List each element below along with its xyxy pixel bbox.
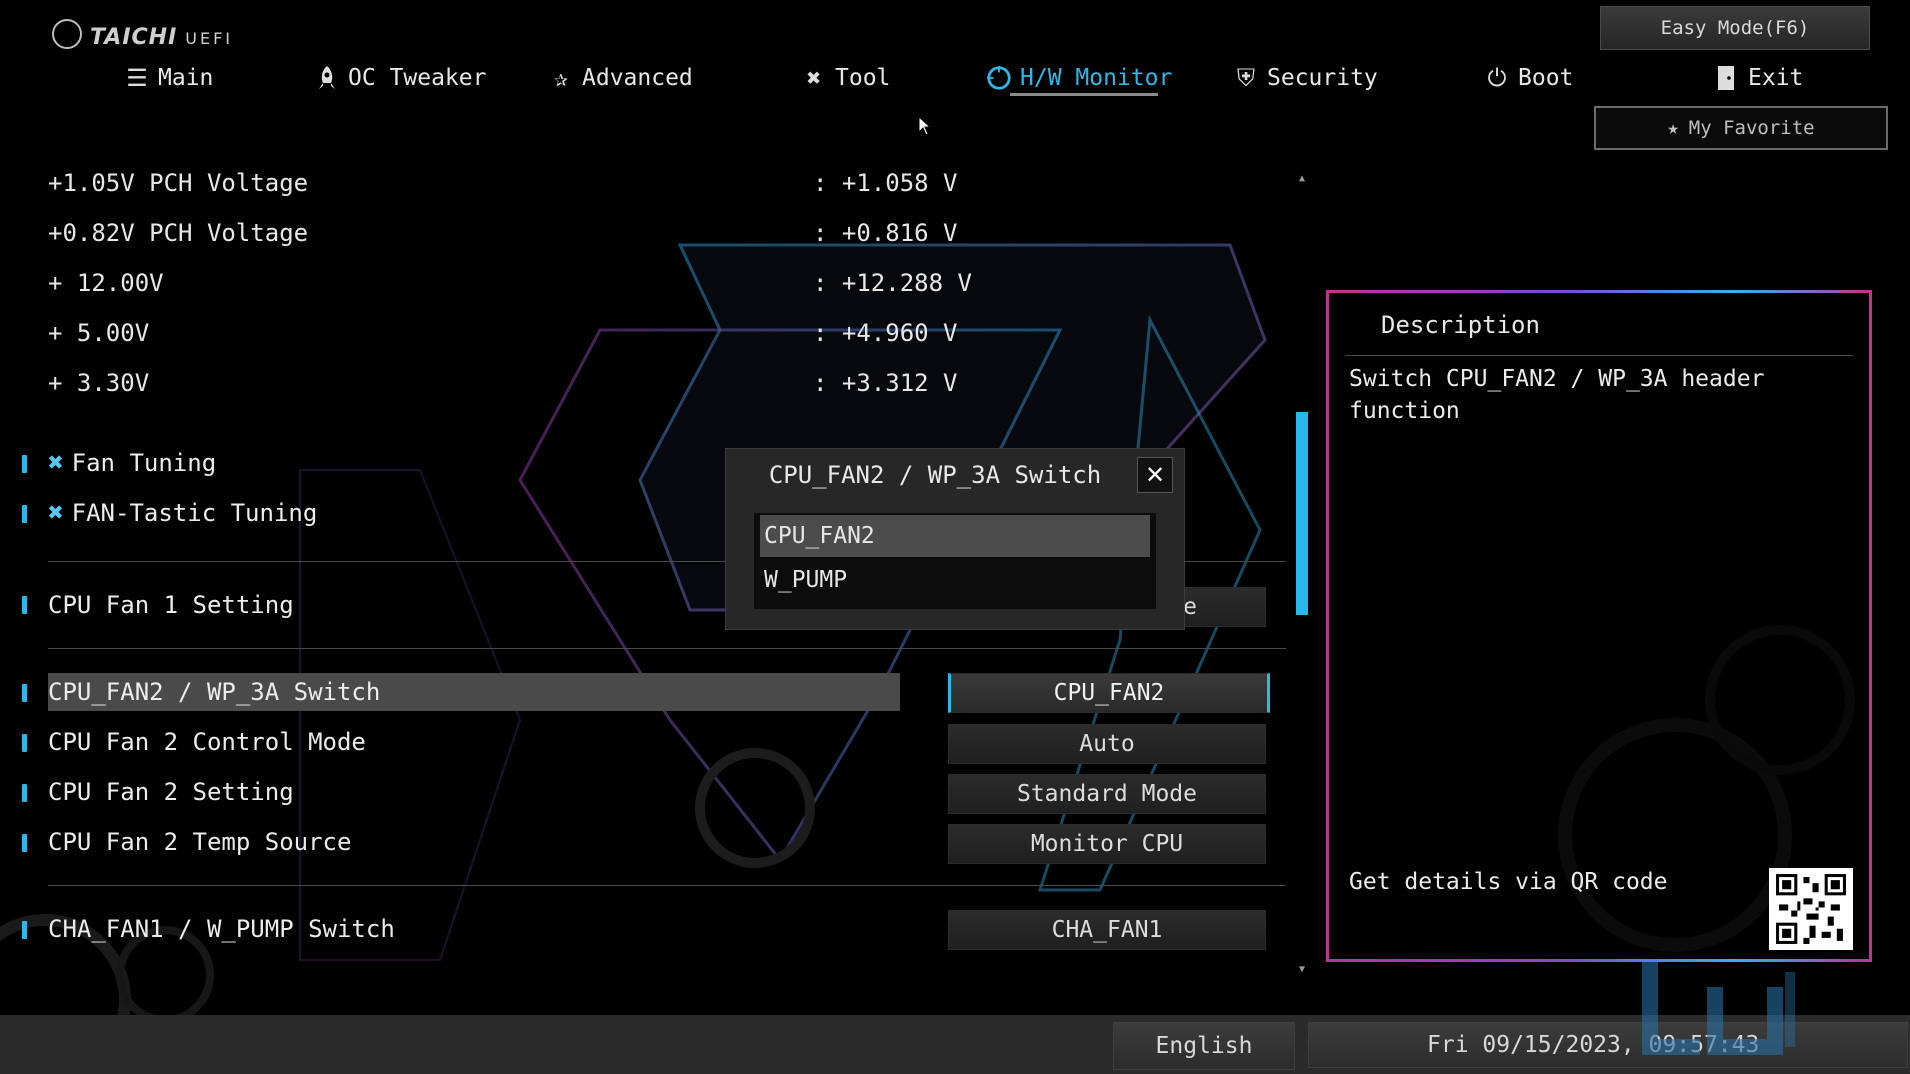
voltage-value: : +0.816 V (813, 219, 958, 247)
item-marker (22, 734, 27, 752)
fan-tuning-item[interactable]: ✖ Fan Tuning (48, 443, 216, 483)
tab-advanced[interactable]: ✰ Advanced (548, 58, 693, 98)
tab-oc-tweaker[interactable]: OC Tweaker (314, 58, 486, 98)
shield-icon: ⛨ (1237, 64, 1255, 92)
cpu-fan2-setting-value[interactable]: Standard Mode (948, 774, 1266, 814)
cha-fan1-switch-value[interactable]: CHA_FAN1 (948, 910, 1266, 950)
exit-door-icon (1714, 65, 1740, 91)
tab-exit[interactable]: Exit (1714, 58, 1803, 98)
tab-exit-label: Exit (1748, 65, 1804, 91)
tab-main[interactable]: ☰ Main (124, 58, 213, 98)
cpu-fan2-control-label: CPU Fan 2 Control Mode (48, 728, 366, 756)
cpu-fan2-switch-value[interactable]: CPU_FAN2 (948, 673, 1270, 713)
star-icon: ✰ (553, 64, 569, 92)
option-cpu-fan2[interactable]: CPU_FAN2 (760, 515, 1150, 557)
description-title: Description (1381, 311, 1540, 339)
description-text: Switch CPU_FAN2 / WP_3A header function (1349, 366, 1765, 424)
close-icon[interactable]: ✕ (1137, 457, 1173, 493)
item-marker (22, 784, 27, 802)
star-icon: ★ (1667, 117, 1679, 139)
voltage-value: : +4.960 V (813, 319, 958, 347)
cpu-fan1-setting-item[interactable]: CPU Fan 1 Setting (48, 585, 294, 625)
qr-code (1769, 868, 1853, 950)
brand-name: TAICHI (90, 25, 178, 50)
dialog-title: CPU_FAN2 / WP_3A Switch (768, 461, 1102, 489)
voltage-label: +1.05V PCH Voltage (48, 169, 309, 197)
voltage-row: +0.82V PCH Voltage : +0.816 V (48, 213, 958, 253)
my-favorite-label: My Favorite (1688, 117, 1815, 139)
divider (48, 885, 1286, 886)
cha-fan1-switch-item[interactable]: CHA_FAN1 / W_PUMP Switch (48, 909, 395, 949)
tab-advanced-label: Advanced (582, 65, 693, 91)
voltage-row: +1.05V PCH Voltage : +1.058 V (48, 163, 958, 203)
monitor-gauge-icon (986, 65, 1012, 91)
list-icon: ☰ (126, 64, 148, 92)
voltage-label: + 3.30V (48, 369, 150, 397)
active-tab-underline (1010, 93, 1158, 96)
switch-select-dialog: CPU_FAN2 / WP_3A Switch ✕ CPU_FAN2 W_PUM… (725, 448, 1185, 630)
watermark-logo (1642, 962, 1795, 1055)
scroll-up-arrow-icon[interactable]: ▲ (1295, 171, 1309, 185)
cpu-fan2-switch-label: CPU_FAN2 / WP_3A Switch (48, 678, 381, 706)
item-marker (22, 455, 27, 473)
voltage-row: + 3.30V : +3.312 V (48, 363, 958, 403)
tab-oc-tweaker-label: OC Tweaker (348, 65, 487, 91)
taichi-logo: TAICHI UEFI (52, 14, 233, 50)
language-button[interactable]: English (1113, 1022, 1295, 1070)
voltage-value: : +3.312 V (813, 369, 958, 397)
tab-hw-monitor-label: H/W Monitor (1020, 65, 1173, 91)
fantastic-tuning-label: FAN-Tastic Tuning (71, 499, 318, 527)
qr-code-caption: Get details via QR code (1349, 869, 1668, 895)
my-favorite-button[interactable]: ★ My Favorite (1594, 106, 1888, 150)
voltage-label: + 5.00V (48, 319, 150, 347)
power-icon: ⏻ (1487, 64, 1507, 92)
item-marker (22, 596, 27, 614)
tab-main-label: Main (158, 65, 214, 91)
option-w-pump[interactable]: W_PUMP (760, 559, 1150, 601)
cpu-fan2-setting-label: CPU Fan 2 Setting (48, 778, 294, 806)
cpu-fan2-control-value[interactable]: Auto (948, 724, 1266, 764)
mouse-pointer-icon (918, 116, 932, 136)
tab-tool-label: Tool (835, 65, 891, 91)
divider (1345, 355, 1853, 356)
tab-hw-monitor[interactable]: H/W Monitor (986, 58, 1172, 98)
easy-mode-button[interactable]: Easy Mode(F6) (1600, 6, 1870, 50)
item-marker (22, 834, 27, 852)
rocket-icon (314, 65, 340, 91)
voltage-value: : +1.058 V (813, 169, 958, 197)
cpu-fan2-setting-item[interactable]: CPU Fan 2 Setting (48, 772, 294, 812)
tab-tool[interactable]: ✖ Tool (801, 58, 891, 98)
voltage-row: + 12.00V : +12.288 V (48, 263, 972, 303)
cpu-fan1-setting-label: CPU Fan 1 Setting (48, 591, 294, 619)
divider (48, 648, 1286, 649)
fantastic-tuning-item[interactable]: ✖ FAN-Tastic Tuning (48, 493, 317, 533)
description-panel: Description Switch CPU_FAN2 / WP_3A head… (1326, 290, 1872, 962)
scroll-down-arrow-icon[interactable]: ▼ (1295, 962, 1309, 976)
tab-boot-label: Boot (1518, 65, 1574, 91)
item-marker (22, 505, 27, 523)
tools-icon: ✖ (48, 448, 64, 478)
tools-icon: ✖ (806, 64, 822, 92)
cpu-fan2-temp-value[interactable]: Monitor CPU (948, 824, 1266, 864)
item-marker (22, 921, 27, 939)
tab-security[interactable]: ⛨ Security (1233, 58, 1378, 98)
tab-boot[interactable]: ⏻ Boot (1484, 58, 1574, 98)
voltage-row: + 5.00V : +4.960 V (48, 313, 958, 353)
cpu-fan2-temp-item[interactable]: CPU Fan 2 Temp Source (48, 822, 351, 862)
brand-sub: UEFI (185, 29, 234, 48)
cpu-fan2-temp-label: CPU Fan 2 Temp Source (48, 828, 352, 856)
item-marker (22, 684, 27, 702)
voltage-label: +0.82V PCH Voltage (48, 219, 309, 247)
cha-fan1-switch-label: CHA_FAN1 / W_PUMP Switch (48, 915, 395, 943)
taichi-logo-icon (52, 19, 82, 49)
tools-icon: ✖ (48, 498, 64, 528)
voltage-label: + 12.00V (48, 269, 164, 297)
voltage-value: : +12.288 V (813, 269, 972, 297)
option-list: CPU_FAN2 W_PUMP (754, 513, 1156, 609)
scrollbar-thumb[interactable] (1296, 412, 1308, 615)
cpu-fan2-switch-item[interactable]: CPU_FAN2 / WP_3A Switch (48, 672, 380, 712)
fan-tuning-label: Fan Tuning (71, 449, 217, 477)
cpu-fan2-control-item[interactable]: CPU Fan 2 Control Mode (48, 722, 366, 762)
tab-security-label: Security (1267, 65, 1378, 91)
